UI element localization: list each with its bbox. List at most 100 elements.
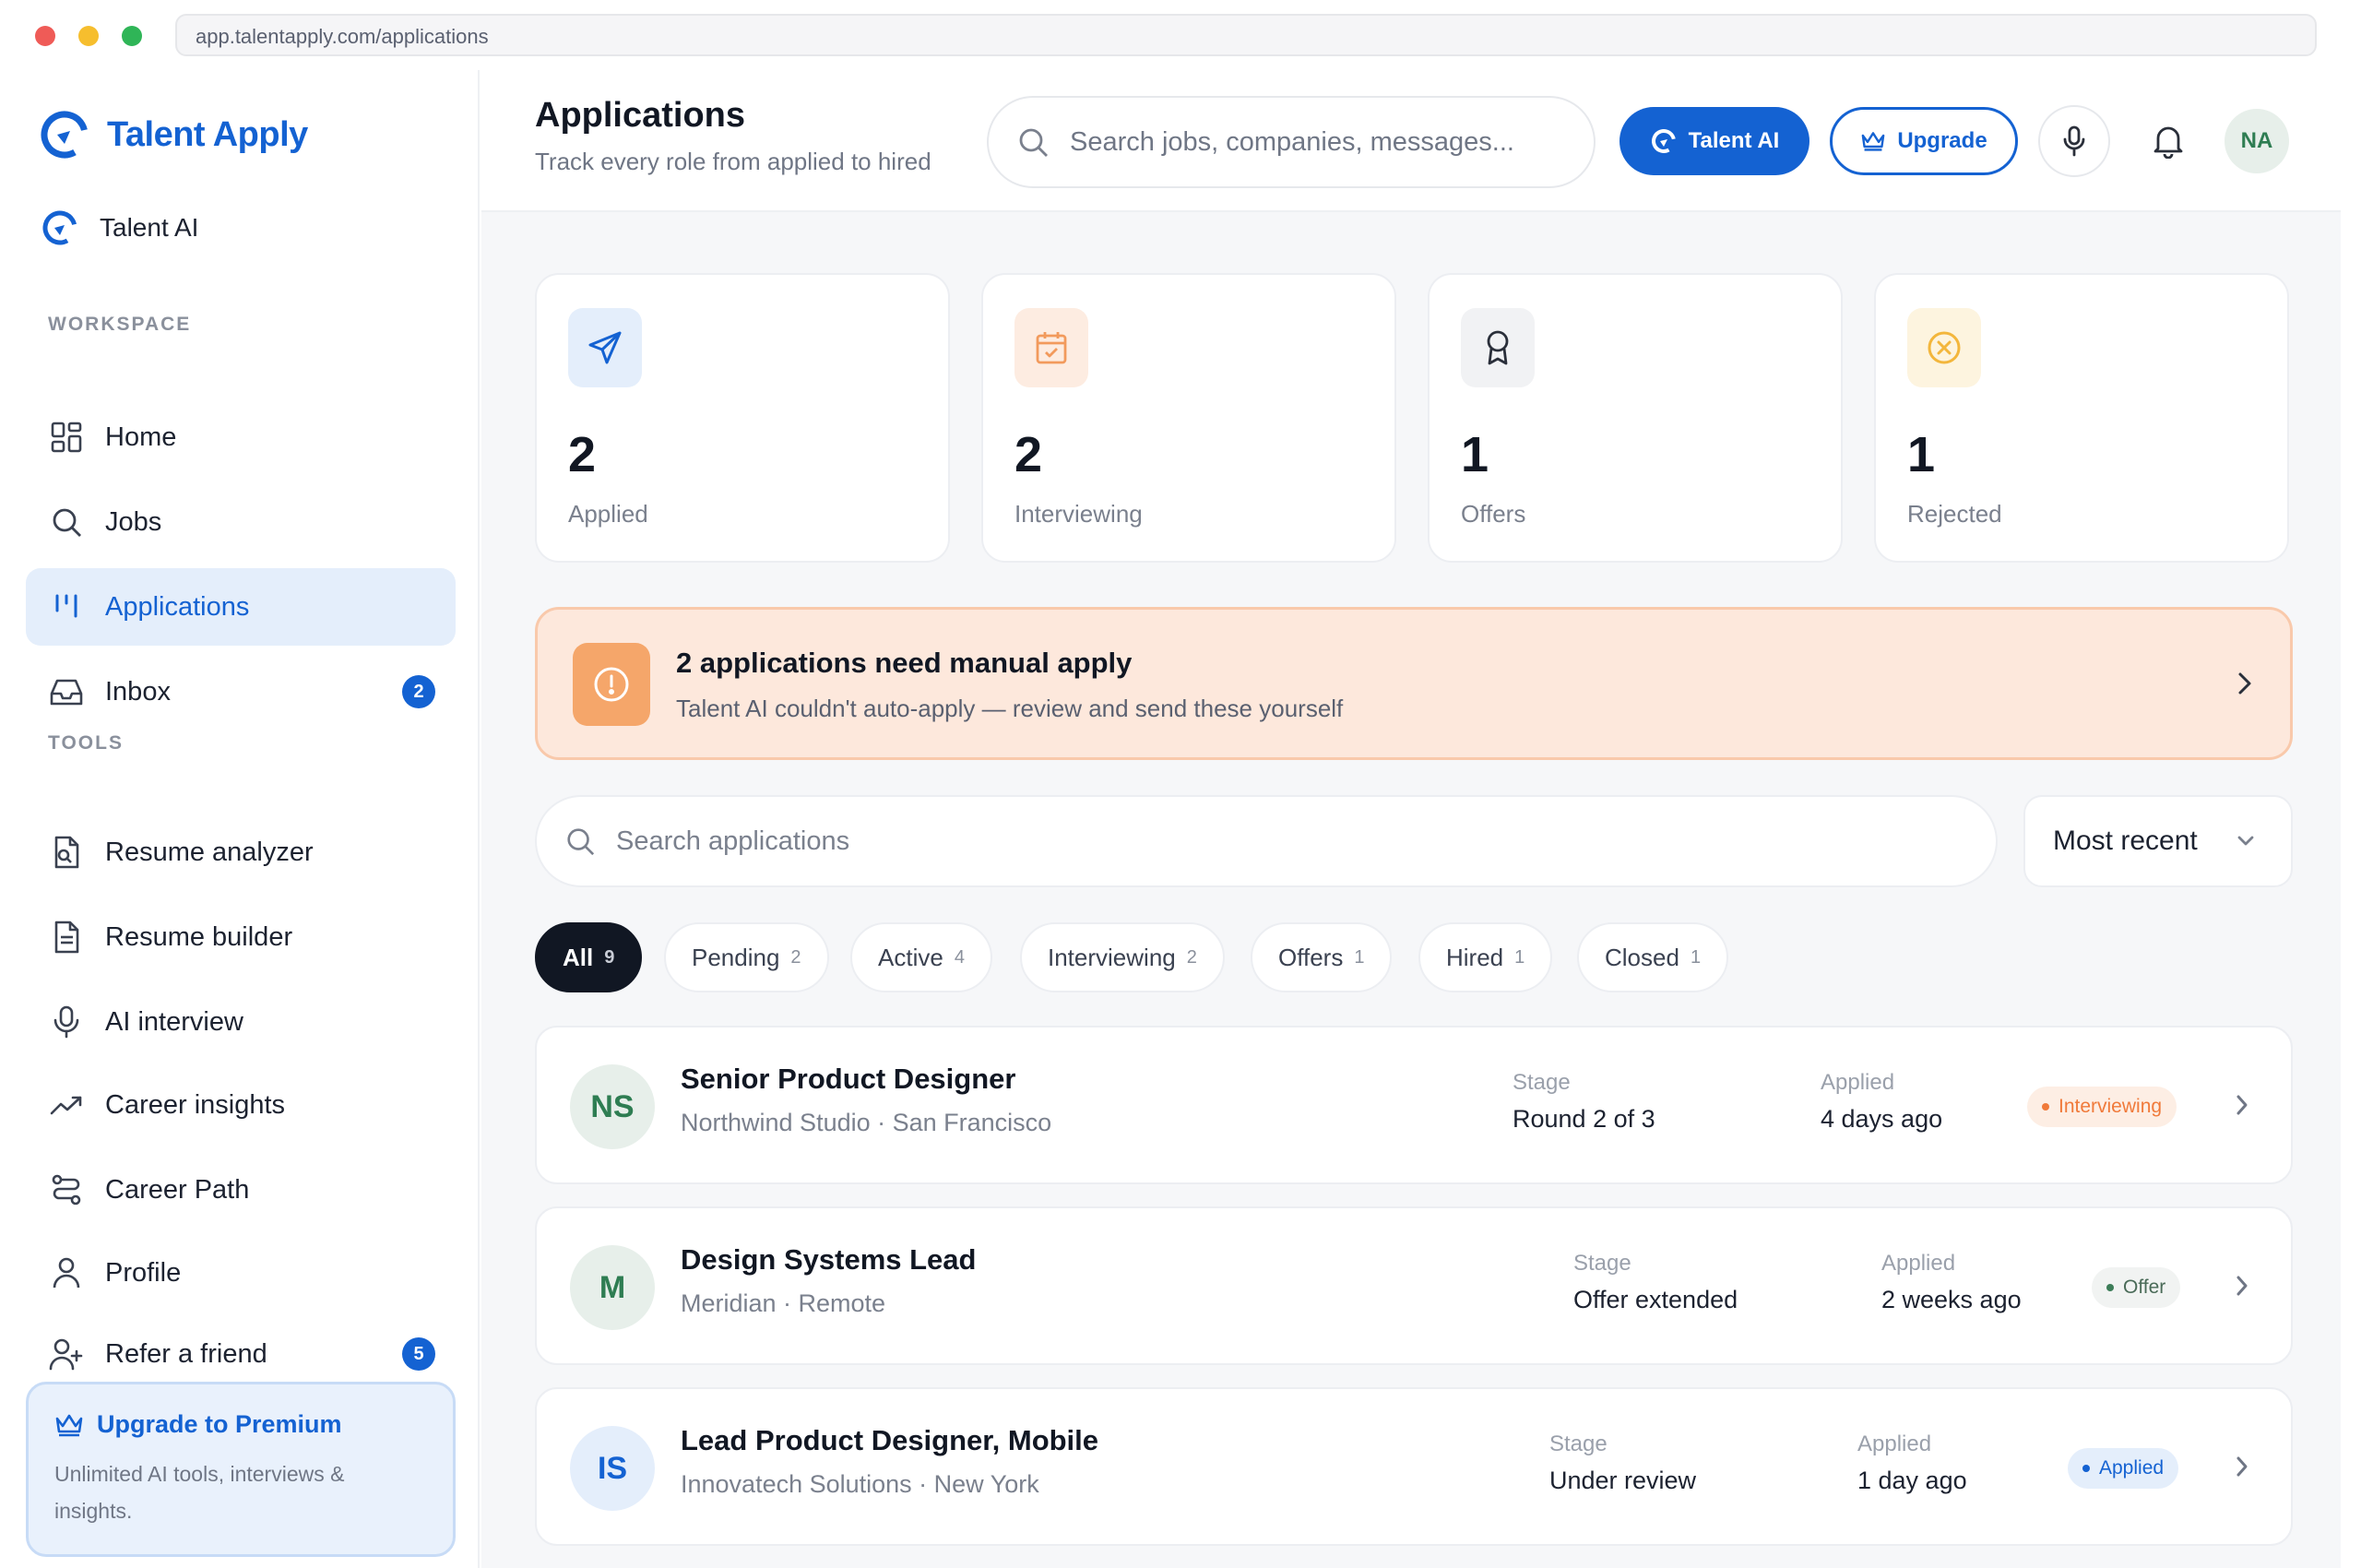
sidebar-item-resume-analyzer[interactable]: Resume analyzer [26, 814, 456, 891]
application-row[interactable]: M Design Systems Lead Meridian · Remote … [535, 1206, 2293, 1365]
page-header: Applications Track every role from appli… [481, 70, 2341, 212]
talent-ai-button[interactable]: Talent AI [1619, 107, 1809, 175]
alert-subtitle: Talent AI couldn't auto-apply — review a… [676, 695, 1344, 722]
sidebar-item-home[interactable]: Home [26, 398, 456, 476]
sidebar-item-applications[interactable]: Applications [26, 568, 456, 646]
talent-apply-logo-icon [41, 111, 89, 159]
stage-value: Offer extended [1573, 1286, 1738, 1313]
scrollbar-track[interactable] [2341, 70, 2361, 1568]
applied-label: Applied [1881, 1251, 1956, 1276]
filter-chip-label: Closed [1605, 943, 1679, 971]
applications-search-placeholder: Search applications [616, 826, 850, 856]
voice-input-button[interactable] [2038, 105, 2110, 177]
upgrade-premium-subtitle: Unlimited AI tools, interviews & insight… [54, 1462, 345, 1523]
filter-chip-count: 2 [790, 946, 801, 968]
status-label: Interviewing [2058, 1096, 2163, 1117]
upgrade-button[interactable]: Upgrade [1830, 107, 2018, 175]
sidebar-item-label: Jobs [105, 506, 162, 537]
filter-chip-count: 2 [1186, 946, 1197, 968]
sidebar-item-career-insights[interactable]: Career insights [26, 1066, 456, 1144]
address-bar[interactable]: app.talentapply.com/applications [175, 14, 2317, 56]
sidebar-item-label: Home [105, 422, 177, 452]
app-frame: Talent Apply Talent AI WORKSPACE Home Jo… [0, 70, 2361, 1568]
sidebar-item-label: Resume builder [105, 921, 293, 952]
sidebar-item-ai-interview[interactable]: AI interview [26, 983, 456, 1061]
sidebar-item-label: Inbox [105, 676, 171, 707]
chevron-right-icon [2236, 1095, 2248, 1115]
filter-chip-label: All [563, 943, 594, 971]
maximize-window-dot[interactable] [122, 26, 142, 46]
stage-label: Stage [1549, 1431, 1608, 1456]
sidebar-item-label: Career insights [105, 1089, 286, 1120]
stat-card-interviewing[interactable]: 2 Interviewing [981, 273, 1396, 563]
filter-chip-pending[interactable]: Pending 2 [664, 922, 829, 992]
stat-card-applied[interactable]: 2 Applied [535, 273, 950, 563]
filter-chip-active[interactable]: Active 4 [850, 922, 992, 992]
sidebar-item-talent-ai[interactable]: Talent AI [41, 208, 198, 247]
stage-label: Stage [1513, 1070, 1571, 1095]
job-title: Lead Product Designer, Mobile [681, 1424, 1099, 1456]
filter-chip-closed[interactable]: Closed 1 [1577, 922, 1729, 992]
bars-icon [48, 588, 85, 625]
sidebar-item-label: Career Path [105, 1174, 250, 1205]
inbox-count-badge: 2 [402, 675, 435, 708]
applications-search-input[interactable]: Search applications [535, 795, 1998, 887]
sidebar-item-label: Talent AI [100, 213, 199, 242]
filter-chip-hired[interactable]: Hired 1 [1418, 922, 1553, 992]
section-label-tools: TOOLS [48, 732, 124, 754]
user-plus-icon [48, 1336, 85, 1372]
applied-label: Applied [1821, 1070, 1895, 1095]
sidebar-item-profile[interactable]: Profile [26, 1234, 456, 1312]
inbox-icon [48, 673, 85, 710]
stat-card-rejected[interactable]: 1 Rejected [1874, 273, 2289, 563]
stat-card-offers[interactable]: 1 Offers [1428, 273, 1843, 563]
award-icon [1461, 308, 1535, 387]
filter-chip-offers[interactable]: Offers 1 [1251, 922, 1393, 992]
sidebar-item-jobs[interactable]: Jobs [26, 483, 456, 561]
global-search-input[interactable]: Search jobs, companies, messages... [987, 96, 1596, 188]
upgrade-premium-card[interactable]: Upgrade to Premium Unlimited AI tools, i… [26, 1382, 456, 1557]
sidebar-item-label: AI interview [105, 1006, 243, 1037]
filter-chip-all[interactable]: All 9 [535, 922, 643, 992]
browser-chrome: app.talentapply.com/applications [0, 0, 2361, 70]
close-window-dot[interactable] [35, 26, 55, 46]
company-location: Meridian · Remote [681, 1289, 886, 1317]
sidebar-item-inbox[interactable]: Inbox 2 [26, 653, 456, 731]
upgrade-premium-label: Upgrade to Premium [97, 1410, 342, 1438]
filter-chip-label: Hired [1446, 943, 1504, 971]
minimize-window-dot[interactable] [78, 26, 99, 46]
search-icon [567, 828, 595, 856]
sort-select-value: Most recent [2053, 826, 2198, 856]
application-row[interactable]: NS Senior Product Designer Northwind Stu… [535, 1026, 2293, 1184]
sidebar-item-label: Resume analyzer [105, 837, 314, 867]
referral-count-badge: 5 [402, 1337, 435, 1371]
stat-label: Applied [568, 500, 648, 528]
send-icon [568, 308, 642, 387]
stat-value: 1 [1461, 427, 1489, 482]
page-subtitle: Track every role from applied to hired [535, 148, 931, 175]
sidebar-item-career-path[interactable]: Career Path [26, 1151, 456, 1229]
status-badge: Applied [2068, 1448, 2179, 1489]
sidebar-item-resume-builder[interactable]: Resume builder [26, 898, 456, 976]
notifications-button[interactable] [2132, 105, 2204, 177]
status-dot [2082, 1465, 2090, 1472]
filter-chip-label: Active [878, 943, 943, 971]
status-dot [2042, 1103, 2049, 1111]
brand[interactable]: Talent Apply [39, 109, 308, 160]
sidebar-item-label: Applications [105, 591, 250, 622]
stat-value: 2 [1014, 427, 1043, 482]
manual-apply-alert[interactable]: 2 applications need manual apply Talent … [535, 607, 2293, 760]
filter-chip-count: 1 [1690, 946, 1702, 968]
application-row[interactable]: IS Lead Product Designer, Mobile Innovat… [535, 1387, 2293, 1546]
talent-ai-icon [1651, 129, 1676, 153]
chevron-down-icon [2237, 836, 2254, 846]
company-avatar: M [570, 1245, 655, 1330]
sort-select[interactable]: Most recent [2023, 795, 2293, 887]
mic-icon [48, 1004, 85, 1040]
company-location: Innovatech Solutions · New York [681, 1470, 1039, 1498]
job-title: Design Systems Lead [681, 1243, 977, 1276]
sidebar: Talent Apply Talent AI WORKSPACE Home Jo… [0, 70, 480, 1568]
filter-chip-interviewing[interactable]: Interviewing 2 [1020, 922, 1225, 992]
user-avatar[interactable]: NA [2225, 109, 2289, 173]
stage-value: Under review [1549, 1467, 1697, 1494]
